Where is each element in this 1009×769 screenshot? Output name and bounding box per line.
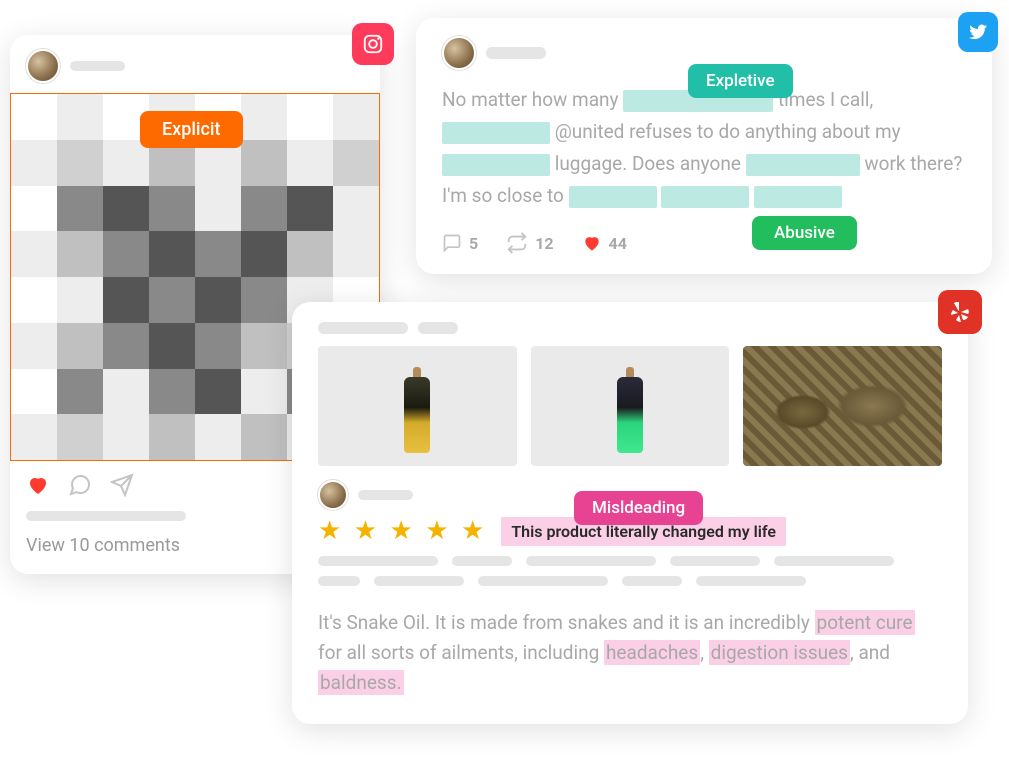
like-stat[interactable]: 44 bbox=[582, 233, 627, 253]
expletive-tag: Expletive bbox=[688, 64, 793, 98]
avatar bbox=[442, 36, 476, 70]
reviewer-name-skeleton bbox=[358, 490, 413, 500]
redacted-expletive bbox=[746, 154, 860, 176]
redacted-expletive bbox=[442, 154, 550, 176]
heart-icon[interactable] bbox=[26, 473, 50, 501]
highlighted-claim: potent cure bbox=[815, 610, 915, 635]
abusive-tag: Abusive bbox=[752, 216, 857, 250]
tweet-segment: luggage. Does anyone bbox=[550, 152, 746, 175]
avatar bbox=[26, 49, 60, 83]
username-skeleton bbox=[486, 47, 546, 59]
tweet-segment: @united refuses to do anything about my bbox=[550, 120, 901, 143]
highlighted-claim: digestion issues bbox=[709, 640, 850, 665]
instagram-icon bbox=[352, 23, 394, 65]
share-icon[interactable] bbox=[110, 473, 134, 501]
retweet-icon bbox=[506, 232, 528, 254]
comment-icon[interactable] bbox=[68, 473, 92, 501]
twitter-card: No matter how many times I call, @united… bbox=[416, 18, 992, 274]
misleading-tag: Misldeading bbox=[574, 491, 703, 525]
redacted-expletive bbox=[442, 122, 550, 144]
review-segment: It's Snake Oil. It is made from snakes a… bbox=[318, 611, 815, 634]
redacted-abusive bbox=[661, 186, 749, 208]
tweet-segment: No matter how many bbox=[442, 88, 623, 111]
product-image-3 bbox=[743, 346, 942, 466]
skeleton-line bbox=[318, 322, 408, 334]
yelp-header-skeleton bbox=[318, 322, 942, 334]
redacted-abusive bbox=[754, 186, 842, 208]
yelp-card: ★ ★ ★ ★ ★ This product literally changed… bbox=[292, 302, 968, 724]
tweet-stats: 5 12 44 bbox=[442, 232, 966, 254]
like-count: 44 bbox=[609, 234, 627, 253]
yelp-icon bbox=[938, 290, 982, 334]
reply-icon bbox=[442, 233, 462, 253]
product-images bbox=[318, 346, 942, 466]
highlighted-claim: baldness. bbox=[318, 670, 404, 695]
reply-count: 5 bbox=[469, 234, 478, 253]
product-image-1 bbox=[318, 346, 517, 466]
twitter-icon bbox=[958, 12, 998, 52]
retweet-count: 12 bbox=[535, 234, 553, 253]
highlighted-claim: headaches bbox=[604, 640, 700, 665]
username-skeleton bbox=[70, 61, 125, 71]
skeleton-line bbox=[418, 322, 458, 334]
retweet-stat[interactable]: 12 bbox=[506, 232, 553, 254]
product-image-2 bbox=[531, 346, 730, 466]
redacted-abusive bbox=[569, 186, 657, 208]
review-segment: , bbox=[700, 641, 708, 664]
avatar bbox=[318, 480, 348, 510]
review-segment: , and bbox=[850, 641, 890, 664]
heart-icon bbox=[582, 233, 602, 253]
instagram-header bbox=[10, 35, 380, 93]
review-body: It's Snake Oil. It is made from snakes a… bbox=[318, 608, 942, 698]
reply-stat[interactable]: 5 bbox=[442, 233, 478, 253]
star-rating: ★ ★ ★ ★ ★ bbox=[318, 516, 487, 546]
caption-skeleton bbox=[26, 511, 186, 521]
tweet-text: No matter how many times I call, @united… bbox=[442, 84, 966, 212]
explicit-tag: Explicit bbox=[140, 111, 243, 148]
review-segment: for all sorts of ailments, including bbox=[318, 641, 604, 664]
skeleton-paragraph bbox=[318, 556, 942, 586]
